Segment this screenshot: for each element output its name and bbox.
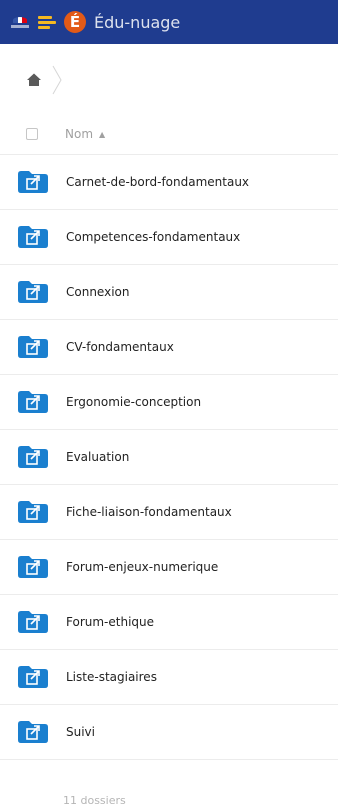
shared-link-folder-icon[interactable] xyxy=(18,501,48,523)
shared-link-folder-icon[interactable] xyxy=(18,336,48,358)
file-list: Carnet-de-bord-fondamentaux Competences-f… xyxy=(0,155,338,760)
folder-name[interactable]: Carnet-de-bord-fondamentaux xyxy=(66,175,249,189)
shared-link-folder-icon[interactable] xyxy=(18,556,48,578)
folder-row[interactable]: Carnet-de-bord-fondamentaux xyxy=(0,155,338,210)
folder-name[interactable]: Liste-stagiaires xyxy=(66,670,157,684)
shared-link-folder-icon[interactable] xyxy=(18,281,48,303)
app-title: Édu-nuage xyxy=(94,12,181,32)
folder-row[interactable]: Competences-fondamentaux xyxy=(0,210,338,265)
folder-row[interactable]: Ergonomie-conception xyxy=(0,375,338,430)
breadcrumb xyxy=(0,60,338,100)
republic-flag-logo xyxy=(10,15,30,29)
academie-logo xyxy=(38,14,60,30)
home-icon[interactable] xyxy=(26,72,42,88)
folder-row[interactable]: Forum-ethique xyxy=(0,595,338,650)
folder-name[interactable]: Competences-fondamentaux xyxy=(66,230,240,244)
shared-link-folder-icon[interactable] xyxy=(18,446,48,468)
app-header: É Édu-nuage xyxy=(0,0,338,44)
folder-name[interactable]: Connexion xyxy=(66,285,130,299)
name-column-header[interactable]: Nom xyxy=(65,127,93,141)
folder-row[interactable]: Fiche-liaison-fondamentaux xyxy=(0,485,338,540)
shared-link-folder-icon[interactable] xyxy=(18,611,48,633)
folder-name[interactable]: Evaluation xyxy=(66,450,129,464)
shared-link-folder-icon[interactable] xyxy=(18,226,48,248)
sort-ascending-icon[interactable]: ▲ xyxy=(99,130,105,139)
folder-name[interactable]: Suivi xyxy=(66,725,95,739)
edu-nuage-logo[interactable]: É xyxy=(64,11,86,33)
select-all-checkbox[interactable] xyxy=(26,128,38,140)
folder-row[interactable]: Suivi xyxy=(0,705,338,760)
folder-row[interactable]: Forum-enjeux-numerique xyxy=(0,540,338,595)
folder-name[interactable]: CV-fondamentaux xyxy=(66,340,174,354)
shared-link-folder-icon[interactable] xyxy=(18,171,48,193)
shared-link-folder-icon[interactable] xyxy=(18,666,48,688)
shared-link-folder-icon[interactable] xyxy=(18,721,48,743)
folder-name[interactable]: Forum-ethique xyxy=(66,615,154,629)
folder-name[interactable]: Forum-enjeux-numerique xyxy=(66,560,218,574)
breadcrumb-separator-icon xyxy=(52,65,62,95)
folder-row[interactable]: CV-fondamentaux xyxy=(0,320,338,375)
folder-row[interactable]: Evaluation xyxy=(0,430,338,485)
list-header: Nom ▲ xyxy=(0,114,338,155)
folder-count-summary: 11 dossiers xyxy=(63,794,126,807)
shared-link-folder-icon[interactable] xyxy=(18,391,48,413)
folder-name[interactable]: Fiche-liaison-fondamentaux xyxy=(66,505,232,519)
folder-name[interactable]: Ergonomie-conception xyxy=(66,395,201,409)
folder-row[interactable]: Liste-stagiaires xyxy=(0,650,338,705)
folder-row[interactable]: Connexion xyxy=(0,265,338,320)
